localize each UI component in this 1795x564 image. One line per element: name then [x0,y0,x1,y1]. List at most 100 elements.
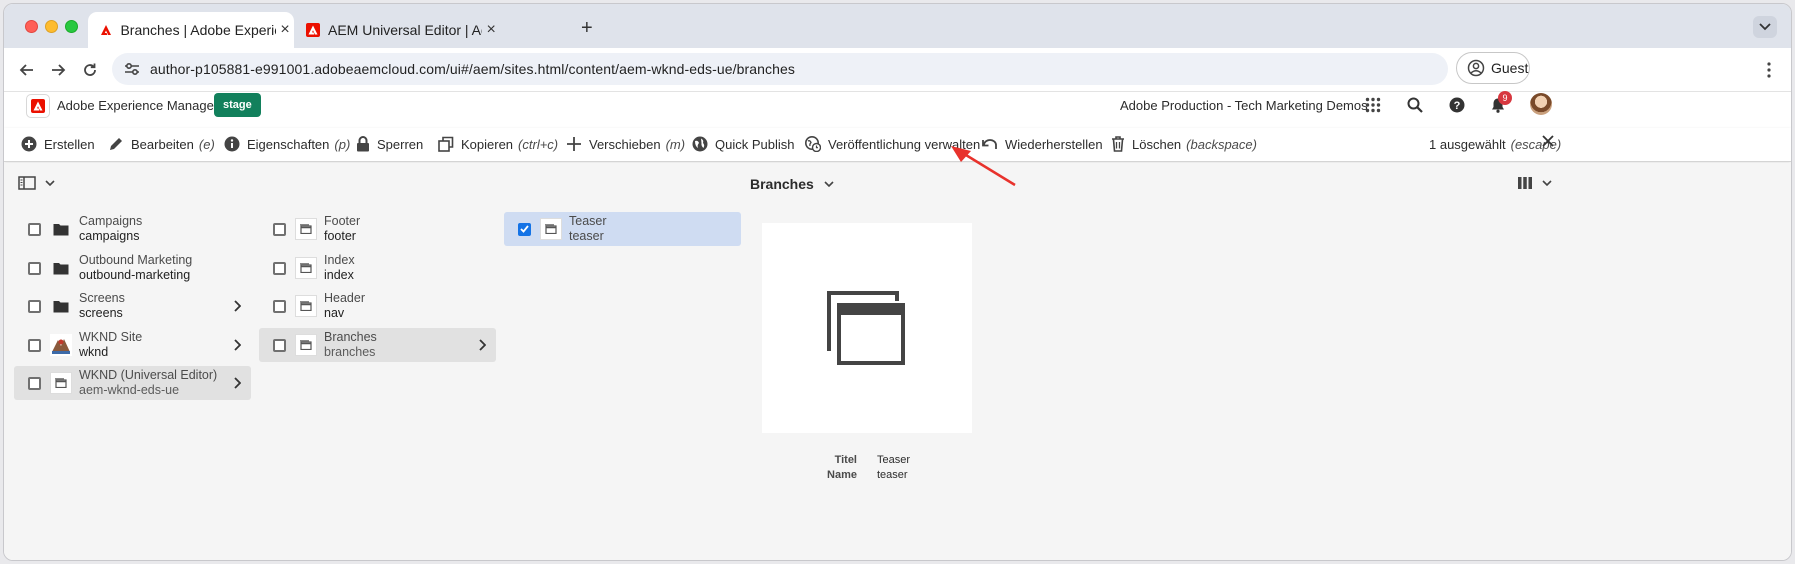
item-name: campaigns [79,229,140,243]
product-name[interactable]: Adobe Experience Manager [57,98,218,113]
rail-toggle-button[interactable] [18,176,55,190]
chevron-right-icon[interactable] [234,339,241,351]
quick-publish-button[interactable]: Quick Publish [692,134,794,154]
checkmark-icon [520,225,529,233]
avatar[interactable] [1530,93,1552,115]
move-shortcut: (m) [665,136,686,152]
item-name: teaser [569,229,604,243]
close-tab-icon[interactable]: × [482,21,500,39]
list-item[interactable]: Footer footer [259,212,496,246]
chevron-right-icon[interactable] [234,300,241,312]
new-tab-button[interactable]: + [581,17,593,40]
list-item[interactable]: WKND (Universal Editor) aem-wknd-eds-ue [14,366,251,400]
list-item[interactable]: Branches branches [259,328,496,362]
list-item-selected[interactable]: Teaser teaser [504,212,741,246]
properties-button[interactable]: Eigenschaften (p) [224,134,350,154]
item-name: index [324,268,354,282]
adobe-logo-icon[interactable] [26,94,50,118]
item-checkbox[interactable] [273,261,286,275]
tab-universal-editor[interactable]: AEM Universal Editor | Adobe Experience … [294,12,500,48]
reload-icon [84,63,96,76]
move-label: Verschieben [589,136,661,152]
item-name: nav [324,306,345,320]
item-name: branches [324,345,376,359]
item-checkbox[interactable] [273,338,286,352]
page-icon [295,334,317,356]
search-icon[interactable] [1405,95,1425,115]
content-toolbar: Branches [4,163,1791,205]
reload-button[interactable] [80,60,100,80]
chevron-down-icon [1542,180,1552,186]
item-name: outbound-marketing [79,268,191,282]
chevron-down-icon [824,181,834,187]
move-button[interactable]: Verschieben (m) [566,134,685,154]
list-item[interactable]: Header nav [259,289,496,323]
more-vertical-icon [1767,62,1771,78]
list-item[interactable]: Index index [259,251,496,285]
edit-button[interactable]: Bearbeiten (e) [108,134,215,154]
info-icon [224,136,240,152]
minimize-window-button[interactable] [45,20,58,33]
close-window-button[interactable] [25,20,38,33]
move-icon [567,137,581,151]
column-view-icon [1518,177,1532,189]
item-checkbox[interactable] [28,376,41,390]
maximize-window-button[interactable] [65,20,78,33]
breadcrumb-title[interactable]: Branches [750,176,834,192]
action-bar: Erstellen Bearbeiten (e) Eigenschaften (p)… [4,128,1791,162]
chevron-right-icon[interactable] [234,377,241,389]
item-checkbox[interactable] [28,261,41,275]
meta-name-value: teaser [877,469,908,481]
profile-button[interactable]: Guest [1456,52,1530,84]
aem-header: Adobe Experience Manager stage Adobe Pro… [4,91,1791,128]
org-switcher[interactable]: Adobe Production - Tech Marketing Demos [1120,98,1368,113]
edit-label: Bearbeiten [131,136,194,152]
quick-publish-label: Quick Publish [715,136,795,152]
item-checkbox-checked[interactable] [518,222,531,236]
lock-label: Sperren [377,136,424,152]
forward-button[interactable] [48,60,68,80]
item-checkbox[interactable] [28,338,41,352]
close-tab-icon[interactable]: × [276,21,294,39]
create-button[interactable]: Erstellen [21,134,95,154]
site-settings-icon[interactable] [124,61,140,77]
item-checkbox[interactable] [273,299,286,313]
view-switcher-button[interactable] [1517,176,1552,190]
preview-metadata: Titel Teaser Name teaser [804,453,910,483]
arrow-right-icon [52,64,66,76]
annotation-arrow-icon [951,146,1016,187]
back-button[interactable] [17,60,37,80]
help-icon[interactable]: ? [1447,95,1467,115]
item-title: Index [324,253,355,267]
chevron-right-icon[interactable] [479,339,486,351]
item-title: WKND Site [79,330,143,344]
tab-title: Branches | Adobe Experience Manager [120,22,276,38]
item-checkbox[interactable] [28,299,41,313]
selection-count-label: 1 ausgewählt [1429,136,1506,152]
copy-button[interactable]: Kopieren (ctrl+c) [438,134,558,154]
pencil-icon [110,138,122,150]
trash-icon [1112,136,1124,152]
globe-icon [692,136,708,152]
page-title: Branches [750,176,814,192]
solutions-grid-icon[interactable] [1363,95,1383,115]
list-item[interactable]: WKND Site wknd [14,328,251,362]
delete-shortcut: (backspace) [1186,136,1257,152]
lock-button[interactable]: Sperren [356,134,423,154]
folder-icon [50,218,72,240]
tab-branches[interactable]: Branches | Adobe Experience Manager × [88,12,294,48]
folder-icon [50,257,72,279]
close-selection-icon[interactable] [1541,134,1555,148]
environment-badge: stage [214,93,261,117]
list-item[interactable]: Outbound Marketing outbound-marketing [14,251,251,285]
chevron-down-icon [45,180,55,186]
item-checkbox[interactable] [28,222,41,236]
list-item[interactable]: Screens screens [14,289,251,323]
delete-button[interactable]: Löschen (backspace) [1111,134,1257,154]
item-checkbox[interactable] [273,222,286,236]
url-field[interactable]: author-p105881-e991001.adobeaemcloud.com… [112,53,1448,85]
tab-search-button[interactable] [1753,16,1777,38]
browser-menu-button[interactable] [1759,60,1779,80]
list-item[interactable]: Campaigns campaigns [14,212,251,246]
tab-strip: Branches | Adobe Experience Manager × AE… [4,4,1791,48]
